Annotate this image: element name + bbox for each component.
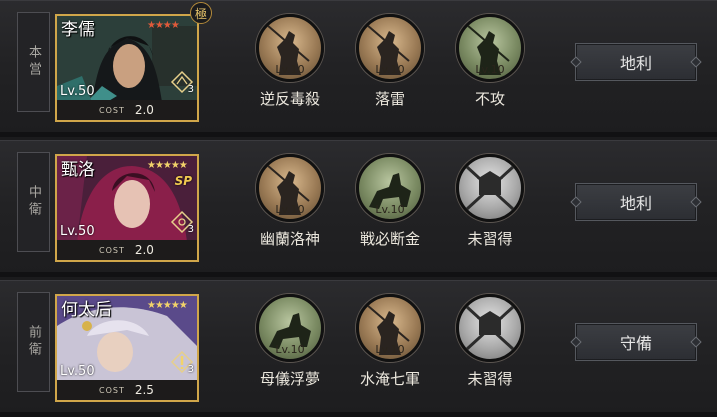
position-label: 前衛 (17, 292, 50, 392)
skill-slot[interactable]: Lv.10 幽蘭洛神 (245, 154, 335, 249)
rank-mark-icon: 極 (190, 2, 212, 24)
skill-name: 逆反毒殺 (259, 90, 320, 108)
spear-soldier-icon: Lv.10 (256, 14, 324, 82)
skill-name: 未習得 (467, 230, 513, 248)
cost-label: COST (99, 245, 125, 255)
hero-card[interactable]: 何太后 ★★★★★ Lv.50 3 COST 2.5 (55, 294, 199, 402)
cost-value: 2.0 (134, 243, 154, 257)
cost-value: 2.0 (134, 103, 154, 117)
cavalry-icon: Lv.10 (256, 294, 324, 362)
skill-slot[interactable]: Lv.10 不攻 (445, 14, 535, 109)
cost-label: COST (99, 385, 125, 395)
cost-bar: COST 2.0 (57, 240, 197, 260)
troop-grade: 3 (187, 84, 194, 95)
skill-name: 母儀浮夢 (259, 370, 320, 388)
spear-soldier-icon: Lv.10 (456, 14, 524, 82)
formation-row-middle: 中衛 甄洛 ★★★★★ SP Lv.50 3 COST 2.0 Lv.10 幽蘭… (0, 140, 717, 277)
position-label: 本営 (17, 12, 50, 112)
hero-name: 何太后 (61, 300, 112, 320)
skill-slot[interactable]: Lv.10 戦必断金 (345, 154, 435, 249)
terrain-button[interactable]: 地利 (575, 183, 697, 221)
skill-slot[interactable]: 未習得 (445, 294, 535, 389)
spear-soldier-icon: Lv.10 (256, 154, 324, 222)
skill-name: 落雷 (374, 90, 405, 108)
spear-soldier-icon: Lv.10 (356, 14, 424, 82)
skill-slot[interactable]: Lv.10 水淹七軍 (345, 294, 435, 389)
skill-slot[interactable]: 未習得 (445, 154, 535, 249)
formation-row-hq: 本営 李儒 ★★★★ Lv.50 3 COST 2.0 極 Lv.10 逆反毒殺 (0, 0, 717, 137)
hero-name: 李儒 (61, 20, 95, 40)
cost-bar: COST 2.5 (57, 380, 197, 400)
position-label: 中衛 (17, 152, 50, 252)
hero-stars: ★★★★★ (147, 300, 188, 311)
spear-soldier-icon: Lv.10 (356, 294, 424, 362)
skill-name: 未習得 (467, 370, 513, 388)
sp-badge: SP (174, 174, 192, 188)
terrain-button[interactable]: 地利 (575, 43, 697, 81)
hero-level: Lv.50 (60, 364, 95, 379)
troop-grade: 3 (187, 364, 194, 375)
cost-label: COST (99, 105, 125, 115)
troop-grade: 3 (187, 224, 194, 235)
hero-stars: ★★★★★ (147, 160, 188, 171)
hero-name: 甄洛 (61, 160, 95, 180)
skill-slot[interactable]: Lv.10 落雷 (345, 14, 435, 109)
terrain-button[interactable]: 守備 (575, 323, 697, 361)
skill-slot[interactable]: Lv.10 母儀浮夢 (245, 294, 335, 389)
cavalry-icon: Lv.10 (356, 154, 424, 222)
locked-crossed-swords-icon (456, 154, 524, 222)
hero-card[interactable]: 李儒 ★★★★ Lv.50 3 COST 2.0 (55, 14, 199, 122)
skill-name: 戦必断金 (359, 230, 420, 248)
skill-name: 幽蘭洛神 (259, 230, 320, 248)
formation-row-front: 前衛 何太后 ★★★★★ Lv.50 3 COST 2.5 Lv.10 母儀浮夢 (0, 280, 717, 417)
skill-name: 不攻 (474, 90, 505, 108)
skill-name: 水淹七軍 (359, 370, 420, 388)
hero-level: Lv.50 (60, 84, 95, 99)
hero-level: Lv.50 (60, 224, 95, 239)
hero-card[interactable]: 甄洛 ★★★★★ SP Lv.50 3 COST 2.0 (55, 154, 199, 262)
cost-value: 2.5 (134, 383, 154, 397)
cost-bar: COST 2.0 (57, 100, 197, 120)
hero-stars: ★★★★ (147, 20, 180, 31)
skill-slot[interactable]: Lv.10 逆反毒殺 (245, 14, 335, 109)
locked-crossed-swords-icon (456, 294, 524, 362)
